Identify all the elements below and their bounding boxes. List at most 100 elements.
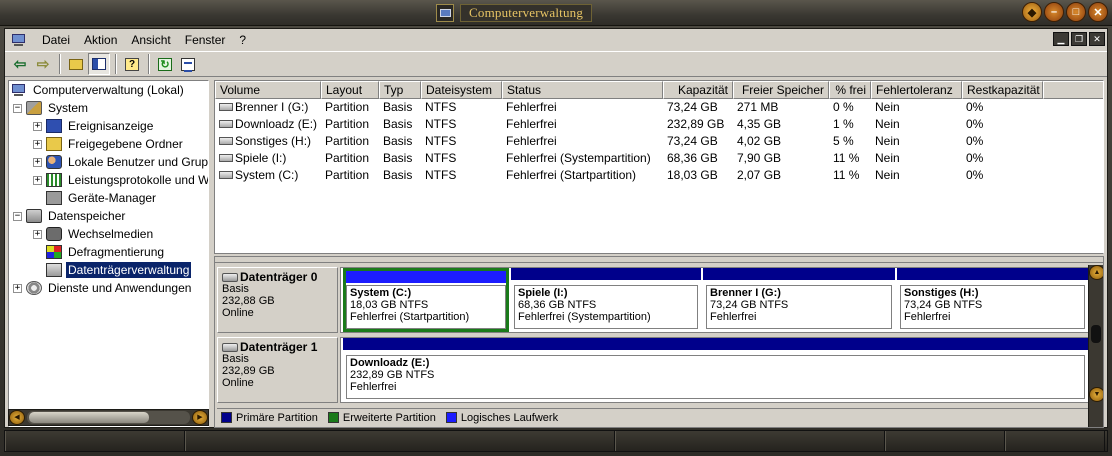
- scroll-track[interactable]: [27, 411, 190, 424]
- menu-help[interactable]: ?: [232, 30, 253, 50]
- expand-icon[interactable]: +: [33, 157, 42, 167]
- partition-block[interactable]: System (C:) 18,03 GB NTFS Fehlerfrei (St…: [343, 268, 509, 332]
- partition-size: 73,24 GB NTFS: [904, 299, 983, 311]
- console-icon[interactable]: [11, 33, 27, 47]
- cell-fault-tolerance: Nein: [875, 134, 900, 148]
- menu-datei[interactable]: Datei: [35, 30, 77, 50]
- context-help-icon[interactable]: ◆: [1022, 2, 1042, 22]
- column-header-percent-free[interactable]: % frei: [829, 81, 871, 99]
- tree-item-local-users[interactable]: + Lokale Benutzer und Gruppen: [33, 153, 208, 171]
- maximize-icon[interactable]: □: [1066, 2, 1086, 22]
- tree-item-storage[interactable]: − Datenspeicher: [13, 207, 127, 225]
- title-bar[interactable]: Computerverwaltung ◆ – □ ✕: [0, 0, 1112, 26]
- menu-aktion[interactable]: Aktion: [77, 30, 124, 50]
- help-button[interactable]: ?: [121, 53, 143, 75]
- collapse-icon[interactable]: −: [13, 103, 22, 113]
- table-row[interactable]: System (C:) Partition Basis NTFS Fehlerf…: [215, 167, 1043, 184]
- child-close-icon[interactable]: ✕: [1089, 32, 1105, 46]
- tree-item-device-manager[interactable]: Geräte-Manager: [46, 189, 158, 207]
- tree-item-removable-media[interactable]: + Wechselmedien: [33, 225, 155, 243]
- scroll-up-icon[interactable]: ▲: [1089, 265, 1103, 280]
- menu-fenster[interactable]: Fenster: [178, 30, 233, 50]
- table-row[interactable]: Spiele (I:) Partition Basis NTFS Fehlerf…: [215, 150, 1043, 167]
- drive-icon: [219, 119, 233, 128]
- close-icon[interactable]: ✕: [1088, 2, 1108, 22]
- tree-item-services-apps[interactable]: + Dienste und Anwendungen: [13, 279, 193, 297]
- disk-row[interactable]: Datenträger 1 Basis 232,89 GB Online Dow…: [217, 337, 1089, 403]
- tree-item-system[interactable]: − System: [13, 99, 90, 117]
- table-row[interactable]: Downloadz (E:) Partition Basis NTFS Fehl…: [215, 116, 1043, 133]
- cell-status: Fehlerfrei: [506, 134, 557, 148]
- cell-percent-free: 11 %: [833, 151, 860, 165]
- export-list-button[interactable]: [177, 53, 199, 75]
- column-header-volume[interactable]: Volume: [215, 81, 321, 99]
- partition-block[interactable]: Spiele (I:) 68,36 GB NTFS Fehlerfrei (Sy…: [511, 268, 701, 332]
- tree-item-shared-folders[interactable]: + Freigegebene Ordner: [33, 135, 185, 153]
- child-restore-icon[interactable]: ❐: [1071, 32, 1087, 46]
- tree-item-label: Dienste und Anwendungen: [48, 281, 192, 295]
- tree-item-computer-management[interactable]: Computerverwaltung (Lokal): [11, 81, 186, 99]
- cell-free-space: 271 MB: [737, 100, 779, 114]
- cell-capacity: 68,36 GB: [667, 151, 718, 165]
- child-minimize-icon[interactable]: ▁: [1053, 32, 1069, 46]
- partition-name: Spiele (I:): [518, 287, 568, 299]
- column-header-type[interactable]: Typ: [379, 81, 421, 99]
- tree-item-performance-logs[interactable]: + Leistungsprotokolle und Warnungen: [33, 171, 208, 189]
- scroll-thumb[interactable]: [29, 412, 149, 423]
- tree-horizontal-scrollbar[interactable]: ◀ ▶: [8, 409, 209, 426]
- column-header-layout[interactable]: Layout: [321, 81, 379, 99]
- toolbar-separator: [148, 54, 150, 74]
- console-tree[interactable]: Computerverwaltung (Lokal) − System + Er…: [8, 80, 209, 427]
- expand-icon[interactable]: +: [13, 283, 22, 293]
- partition-block[interactable]: Brenner I (G:) 73,24 GB NTFS Fehlerfrei: [703, 268, 895, 332]
- column-header-fault-tolerance[interactable]: Fehlertoleranz: [871, 81, 962, 99]
- cell-status: Fehlerfrei (Startpartition): [506, 168, 637, 182]
- drive-icon: [219, 153, 233, 162]
- partition-status: Fehlerfrei: [904, 311, 951, 323]
- partition-block[interactable]: Downloadz (E:) 232,89 GB NTFS Fehlerfrei: [343, 338, 1088, 402]
- collapse-icon[interactable]: −: [13, 211, 22, 221]
- scroll-right-icon[interactable]: ▶: [192, 410, 208, 425]
- cell-percent-free: 11 %: [833, 168, 860, 182]
- status-segment: [1005, 431, 1105, 451]
- scroll-thumb[interactable]: [1091, 325, 1101, 343]
- tree-item-event-viewer[interactable]: + Ereignisanzeige: [33, 117, 155, 135]
- column-header-capacity[interactable]: Kapazität: [663, 81, 733, 99]
- expand-icon[interactable]: +: [33, 121, 42, 131]
- expand-icon[interactable]: +: [33, 139, 42, 149]
- cell-type: Basis: [383, 168, 413, 182]
- back-button[interactable]: ⇦: [9, 53, 31, 75]
- tree-item-defrag[interactable]: Defragmentierung: [46, 243, 166, 261]
- disk-graphical-view[interactable]: Datenträger 0 Basis 232,88 GB Online Sys…: [214, 256, 1104, 428]
- disk-info[interactable]: Datenträger 0 Basis 232,88 GB Online: [217, 267, 338, 333]
- disk-info[interactable]: Datenträger 1 Basis 232,89 GB Online: [217, 337, 338, 403]
- cell-free-space: 2,07 GB: [737, 168, 782, 182]
- refresh-icon: ↻: [158, 57, 172, 71]
- column-header-free-space[interactable]: Freier Speicher: [733, 81, 829, 99]
- disk-view-vertical-scrollbar[interactable]: ▲ ▼: [1088, 265, 1103, 427]
- tree-item-label: Datenspeicher: [48, 209, 126, 223]
- splitter[interactable]: [215, 257, 1103, 263]
- disk-row[interactable]: Datenträger 0 Basis 232,88 GB Online Sys…: [217, 267, 1089, 333]
- volume-list[interactable]: Volume Layout Typ Dateisystem Status Kap…: [214, 80, 1104, 254]
- disk-partition-area: Downloadz (E:) 232,89 GB NTFS Fehlerfrei: [340, 337, 1089, 403]
- minimize-icon[interactable]: –: [1044, 2, 1064, 22]
- column-header-overhead[interactable]: Restkapazität: [962, 81, 1043, 99]
- up-level-button[interactable]: [65, 53, 87, 75]
- column-header-status[interactable]: Status: [502, 81, 663, 99]
- scroll-left-icon[interactable]: ◀: [9, 410, 25, 425]
- forward-button[interactable]: ⇨: [32, 53, 54, 75]
- disk-state: Online: [222, 307, 254, 319]
- cell-layout: Partition: [325, 100, 370, 114]
- menu-ansicht[interactable]: Ansicht: [124, 30, 177, 50]
- show-hide-tree-button[interactable]: [88, 53, 110, 75]
- scroll-down-icon[interactable]: ▼: [1089, 387, 1103, 402]
- table-row[interactable]: Brenner I (G:) Partition Basis NTFS Fehl…: [215, 99, 1043, 116]
- expand-icon[interactable]: +: [33, 229, 42, 239]
- column-header-filesystem[interactable]: Dateisystem: [421, 81, 502, 99]
- expand-icon[interactable]: +: [33, 175, 42, 185]
- table-row[interactable]: Sonstiges (H:) Partition Basis NTFS Fehl…: [215, 133, 1043, 150]
- partition-block[interactable]: Sonstiges (H:) 73,24 GB NTFS Fehlerfrei: [897, 268, 1088, 332]
- tree-item-disk-management[interactable]: Datenträgerverwaltung: [46, 261, 192, 279]
- refresh-button[interactable]: ↻: [154, 53, 176, 75]
